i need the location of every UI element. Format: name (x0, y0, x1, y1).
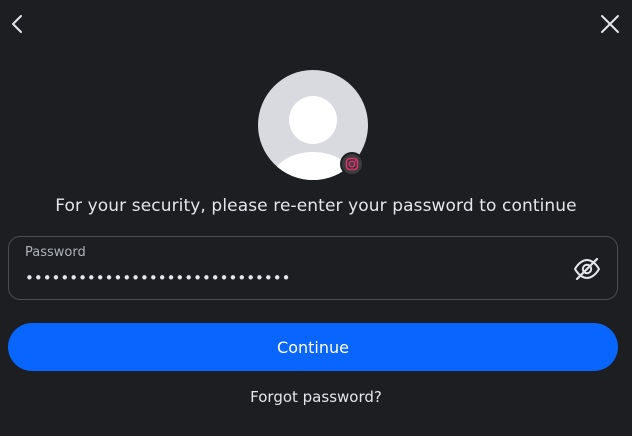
password-input[interactable] (25, 267, 545, 289)
reauth-dialog: For your security, please re-enter your … (0, 0, 632, 436)
password-field[interactable]: Password (8, 236, 618, 300)
instagram-icon (345, 157, 359, 171)
close-icon (601, 15, 619, 33)
profile-avatar-group (258, 70, 368, 180)
security-prompt: For your security, please re-enter your … (55, 196, 577, 216)
close-button[interactable] (598, 12, 622, 36)
show-password-toggle[interactable] (573, 255, 601, 283)
forgot-password-link[interactable]: Forgot password? (0, 388, 632, 406)
app-badge (340, 152, 364, 176)
eye-off-icon (574, 257, 600, 281)
password-label: Password (25, 245, 86, 260)
chevron-left-icon (12, 15, 22, 33)
back-button[interactable] (6, 12, 28, 36)
continue-button[interactable]: Continue (8, 323, 618, 371)
